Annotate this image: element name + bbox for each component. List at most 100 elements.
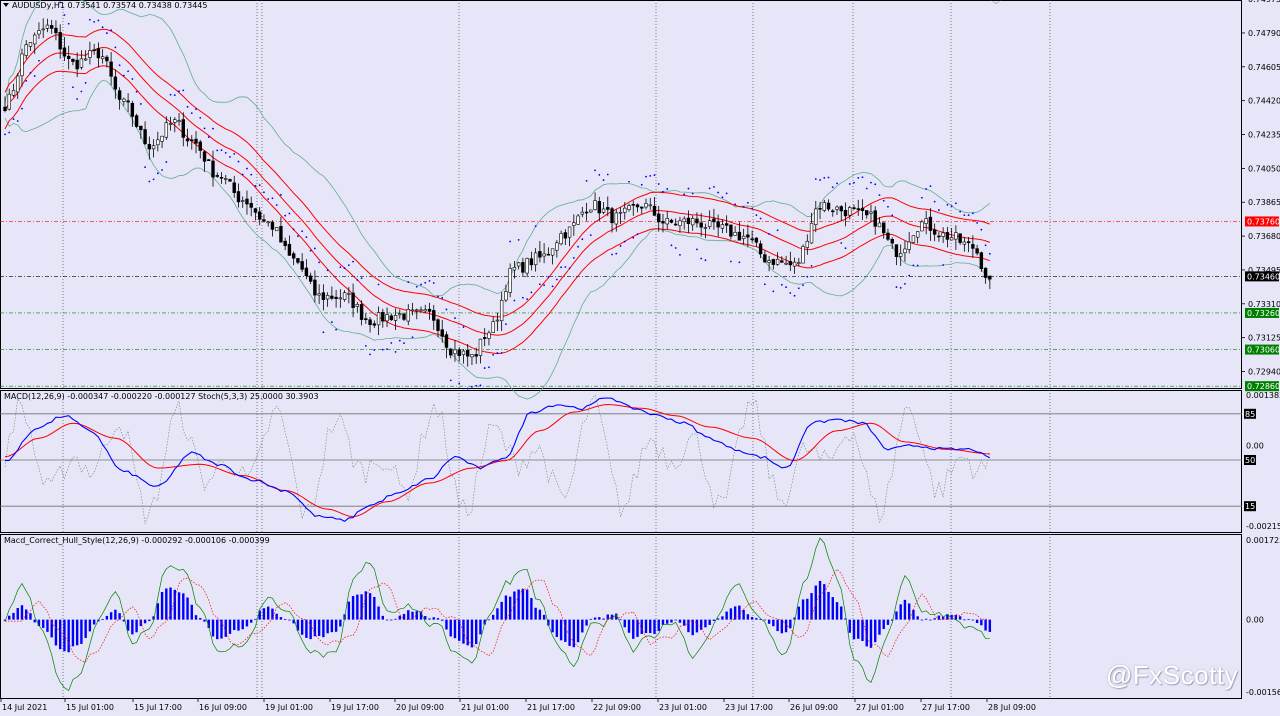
hull-histogram-bar	[632, 619, 635, 639]
candle	[470, 354, 474, 365]
candle-body	[436, 319, 440, 331]
candle	[257, 207, 262, 226]
candle-body	[589, 209, 593, 213]
hull-histogram-bar	[203, 619, 206, 622]
candle-body	[661, 221, 665, 224]
candle	[835, 205, 839, 216]
sar-dot	[963, 214, 966, 217]
hull-histogram-bar	[708, 619, 711, 625]
candle	[381, 308, 385, 328]
candle-body	[499, 299, 504, 322]
candle-body	[385, 314, 389, 322]
candle-body	[618, 211, 623, 214]
candle	[703, 223, 708, 239]
candle	[79, 50, 84, 70]
candle-body	[453, 349, 457, 355]
hull-histogram-bar	[572, 619, 576, 648]
candle	[631, 200, 635, 216]
sar-dot	[925, 188, 928, 190]
sar-dot	[267, 198, 270, 200]
hull-histogram-bar	[8, 615, 11, 620]
hull-histogram-bar	[491, 614, 495, 620]
hull-histogram-bar	[334, 619, 338, 632]
price-label-text: 0.73260	[1247, 309, 1280, 318]
sar-dot	[148, 180, 151, 183]
candle-body	[28, 42, 33, 47]
y-tick-label: 0.74050	[1248, 164, 1280, 173]
hull-histogram-bar	[305, 619, 308, 638]
candle-body	[236, 191, 241, 203]
macd-panel-title: MACD(12,26,9) -0.000347 -0.000220 -0.000…	[4, 392, 319, 401]
hull-histogram-bar	[967, 619, 970, 620]
hull-histogram-bar	[517, 589, 520, 620]
candle-body	[347, 293, 351, 295]
hull-histogram-bar	[462, 619, 465, 644]
sar-dot	[708, 187, 711, 190]
hull-histogram-bar	[453, 619, 457, 639]
hull-histogram-bar	[114, 609, 117, 620]
hull-histogram-bar	[190, 604, 193, 620]
sar-dot	[454, 317, 456, 319]
candle	[657, 206, 661, 232]
sar-dot	[649, 174, 652, 177]
candle	[699, 213, 703, 237]
candle	[682, 216, 686, 230]
candle	[610, 206, 614, 233]
hull-histogram-bar	[627, 619, 631, 633]
candle-body	[402, 313, 406, 320]
sar-dot	[946, 203, 949, 206]
candle-body	[173, 119, 177, 123]
candle-body	[716, 221, 720, 228]
sar-dot	[110, 29, 113, 31]
candle-body	[126, 100, 130, 103]
candle-body	[266, 221, 270, 224]
candle-body	[983, 267, 988, 278]
candle-body	[139, 125, 143, 131]
sar-dot	[161, 169, 163, 171]
hull-histogram-bar	[160, 591, 164, 620]
candle	[962, 237, 967, 252]
candle-body	[245, 198, 249, 205]
sar-dot	[802, 284, 804, 287]
sar-dot	[122, 74, 125, 77]
hull-histogram-bar	[797, 606, 801, 620]
sar-dot	[827, 176, 830, 179]
candle-body	[20, 53, 24, 77]
candle-body	[224, 178, 228, 180]
trading-chart[interactable]: 0.74975 0.74790 0.74605 0.74420 0.74235 0.740…	[0, 0, 1280, 716]
candle	[780, 256, 784, 263]
candle	[775, 252, 780, 266]
sar-dot	[840, 242, 843, 244]
candle-body	[903, 248, 907, 254]
envelope-upper	[4, 28, 990, 318]
sar-dot	[785, 286, 787, 289]
hull-histogram-bar	[763, 619, 767, 621]
hull-histogram-bar	[678, 619, 682, 623]
hull-histogram-bar	[857, 619, 860, 639]
hull-panel	[3, 537, 992, 692]
candle	[334, 289, 338, 308]
hull-histogram-bar	[385, 619, 389, 621]
sar-dot	[394, 351, 397, 353]
sar-dot	[127, 70, 130, 73]
candle	[839, 205, 843, 222]
candle-body	[415, 309, 419, 312]
y-tick-label: 0.73125	[1248, 334, 1280, 343]
candle	[512, 261, 517, 279]
sar-dot	[335, 328, 338, 331]
candle	[88, 41, 92, 65]
x-tick-label: 28 Jul 09:00	[988, 703, 1036, 712]
hull-histogram-bar	[233, 619, 236, 631]
hull-histogram-bar	[589, 618, 593, 620]
candle-body	[797, 262, 801, 264]
sar-dot	[577, 245, 579, 248]
candle-body	[427, 308, 432, 312]
candle-body	[988, 275, 992, 280]
sar-dot	[12, 118, 15, 120]
candle	[763, 250, 767, 263]
candle-body	[898, 253, 903, 257]
sar-dot	[254, 185, 257, 187]
sar-dot	[534, 225, 537, 228]
candle	[236, 183, 241, 208]
sar-dot	[819, 179, 821, 181]
